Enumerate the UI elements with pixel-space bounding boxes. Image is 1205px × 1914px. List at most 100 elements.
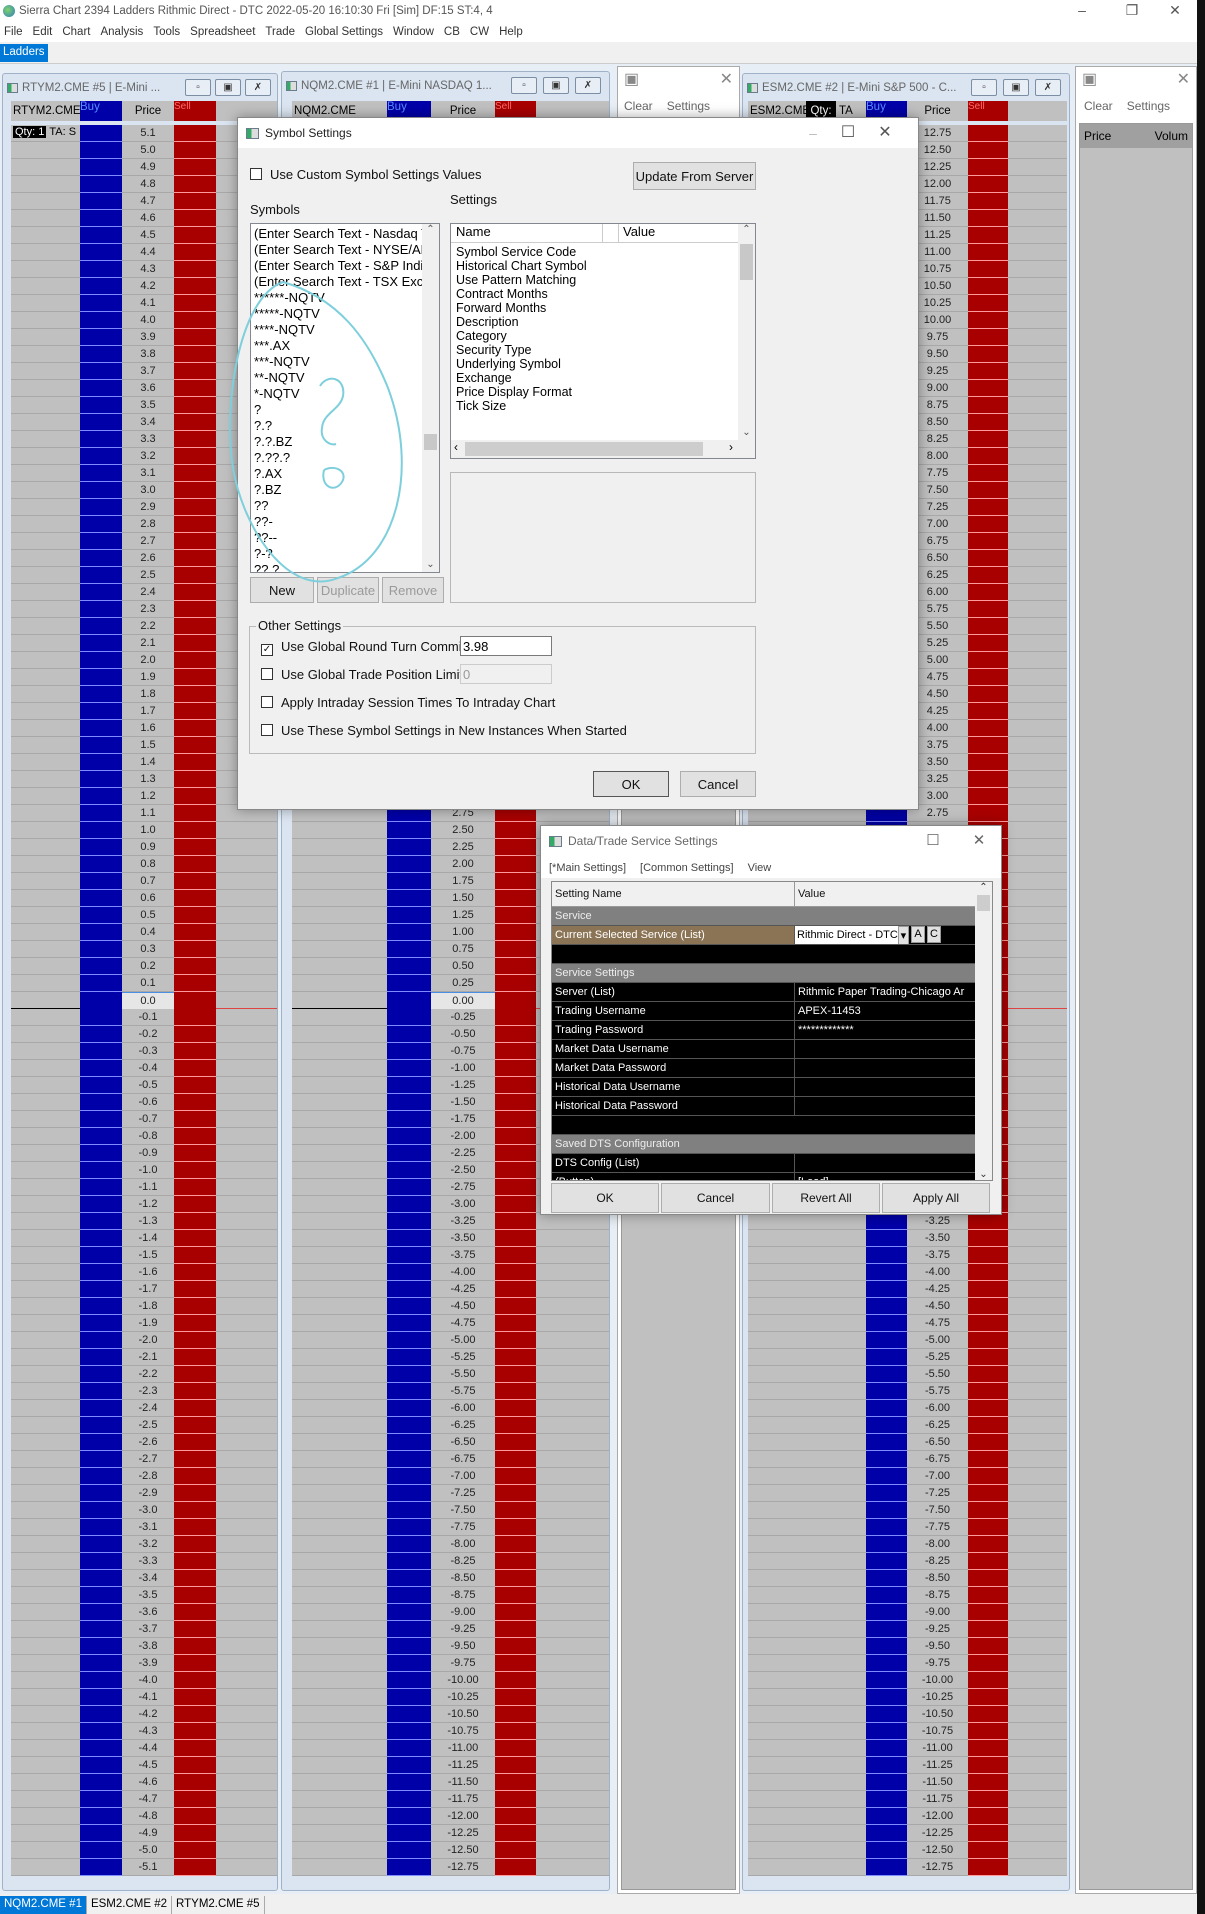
buy-cell[interactable] [387,1145,431,1162]
sell-cell[interactable] [968,431,1008,448]
buy-cell[interactable] [866,1451,907,1468]
sell-cell[interactable] [968,261,1008,278]
ask-volume-cell[interactable] [216,1264,277,1281]
sell-cell[interactable] [174,1179,216,1196]
bid-volume-cell[interactable] [292,975,387,992]
ask-volume-cell[interactable] [1008,1451,1067,1468]
blank-row[interactable] [552,945,976,964]
restore-button[interactable]: ▣ [1003,79,1029,96]
buy-cell[interactable] [80,1298,122,1315]
bid-volume-cell[interactable] [11,1213,80,1230]
buy-cell[interactable] [866,1434,907,1451]
chevron-down-icon[interactable]: ▾ [897,926,909,944]
sell-cell[interactable] [174,465,216,482]
symbol-list-item[interactable]: (Enter Search Text - S&P Indices) [251,258,423,274]
bid-volume-cell[interactable] [11,703,80,720]
sell-cell[interactable] [495,1298,536,1315]
bid-volume-cell[interactable] [11,1094,80,1111]
bid-volume-cell[interactable] [11,1077,80,1094]
ask-volume-cell[interactable] [216,1060,277,1077]
sell-cell[interactable] [174,1196,216,1213]
sell-column-header[interactable]: Sell [174,101,216,121]
use-new-instances-checkbox[interactable]: Use These Symbol Settings in New Instanc… [261,723,627,738]
sell-cell[interactable] [968,227,1008,244]
sell-cell[interactable] [174,244,216,261]
ask-volume-cell[interactable] [1008,958,1067,975]
ask-volume-cell[interactable] [1008,1230,1067,1247]
buy-cell[interactable] [80,1587,122,1604]
buy-cell[interactable] [80,516,122,533]
ask-volume-cell[interactable] [1008,941,1067,958]
ask-volume-cell[interactable] [216,856,277,873]
service-select[interactable]: Rithmic Direct - DTC ▾ [795,926,909,944]
buy-cell[interactable] [387,1604,431,1621]
buy-cell[interactable] [80,873,122,890]
buy-cell[interactable] [80,1077,122,1094]
sell-cell[interactable] [174,533,216,550]
sell-cell[interactable] [495,924,536,941]
bid-volume-cell[interactable] [11,754,80,771]
bid-volume-cell[interactable] [11,550,80,567]
ask-volume-cell[interactable] [536,1485,609,1502]
setting-row[interactable]: Historical Data Username [552,1078,976,1097]
bid-volume-cell[interactable] [11,1417,80,1434]
sell-cell[interactable] [968,703,1008,720]
sell-cell[interactable] [174,805,216,822]
bid-volume-cell[interactable] [292,1179,387,1196]
sell-cell[interactable] [495,1774,536,1791]
bid-volume-cell[interactable] [11,737,80,754]
sell-cell[interactable] [174,1111,216,1128]
bid-volume-cell[interactable] [11,1859,80,1876]
sell-cell[interactable] [968,1842,1008,1859]
buy-cell[interactable] [387,1468,431,1485]
ask-volume-cell[interactable] [216,924,277,941]
sell-cell[interactable] [968,1451,1008,1468]
sell-cell[interactable] [968,159,1008,176]
buy-cell[interactable] [80,1196,122,1213]
apply-intraday-checkbox[interactable]: Apply Intraday Session Times To Intraday… [261,695,555,710]
buy-cell[interactable] [80,397,122,414]
sell-cell[interactable] [968,329,1008,346]
ask-volume-cell[interactable] [1008,227,1067,244]
ask-volume-cell[interactable] [216,1519,277,1536]
ask-volume-cell[interactable] [536,1434,609,1451]
ask-volume-cell[interactable] [1008,1298,1067,1315]
buy-cell[interactable] [80,1162,122,1179]
sell-cell[interactable] [968,567,1008,584]
bid-volume-cell[interactable] [292,1485,387,1502]
bid-volume-cell[interactable] [11,1570,80,1587]
minimize-button[interactable]: ▫ [971,79,997,96]
buy-cell[interactable] [387,1077,431,1094]
ask-volume-cell[interactable] [536,1247,609,1264]
menu-common-settings[interactable]: [Common Settings] [640,862,734,878]
bid-volume-cell[interactable] [11,380,80,397]
ask-volume-cell[interactable] [1008,397,1067,414]
bid-volume-cell[interactable] [11,567,80,584]
sell-cell[interactable] [174,142,216,159]
ask-volume-cell[interactable] [1008,533,1067,550]
sell-cell[interactable] [968,414,1008,431]
symbol-list-item[interactable]: ****-NQTV [251,322,423,338]
sell-cell[interactable] [968,363,1008,380]
bid-volume-cell[interactable] [292,1213,387,1230]
sell-cell[interactable] [495,873,536,890]
buy-cell[interactable] [80,125,122,142]
bid-volume-cell[interactable] [11,720,80,737]
ask-volume-cell[interactable] [216,1366,277,1383]
buy-cell[interactable] [80,278,122,295]
buy-cell[interactable] [866,1638,907,1655]
buy-cell[interactable] [80,1553,122,1570]
ask-volume-cell[interactable] [216,1740,277,1757]
ask-volume-cell[interactable] [216,839,277,856]
sell-cell[interactable] [174,873,216,890]
ask-volume-cell[interactable] [1008,1553,1067,1570]
ask-volume-cell[interactable] [1008,1842,1067,1859]
sell-cell[interactable] [968,1536,1008,1553]
menu-main-settings[interactable]: [*Main Settings] [549,862,626,878]
bid-volume-cell[interactable] [748,1706,866,1723]
symbol-list-item[interactable]: **-NQTV [251,370,423,386]
sell-cell[interactable] [495,1485,536,1502]
buy-cell[interactable] [80,1247,122,1264]
ask-volume-cell[interactable] [216,1468,277,1485]
tab-ladders[interactable]: Ladders [0,44,48,62]
